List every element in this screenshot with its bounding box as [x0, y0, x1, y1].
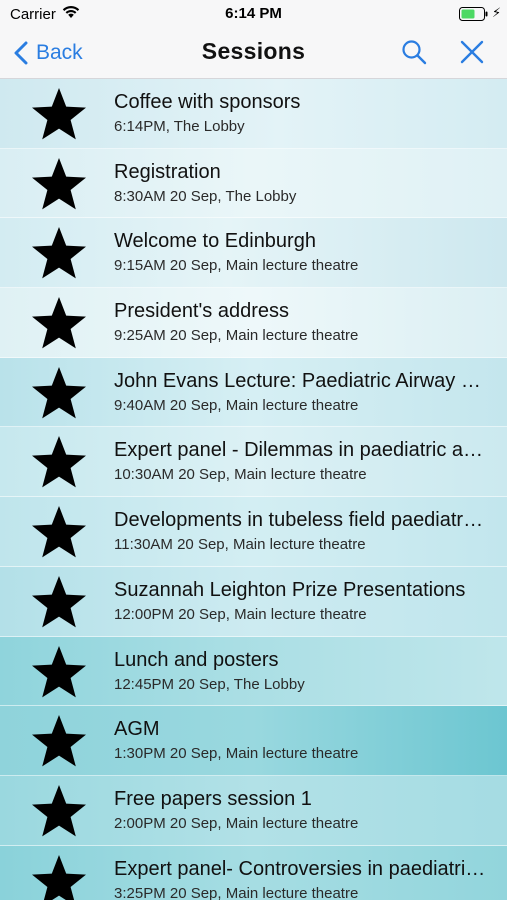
star-icon[interactable]	[30, 783, 88, 839]
session-time-location: 12:45PM 20 Sep, The Lobby	[114, 675, 305, 693]
session-time-location: 3:25PM 20 Sep, Main lecture theatre	[114, 884, 359, 900]
page-title: Sessions	[201, 38, 306, 64]
star-icon[interactable]	[30, 156, 88, 212]
close-icon	[460, 40, 484, 64]
session-time-location: 6:14PM, The Lobby	[114, 118, 245, 135]
session-time-location: 1:30PM 20 Sep, Main lecture theatre	[114, 745, 359, 763]
session-row[interactable]: Registration 8:30AM 20 Sep, The Lobby	[0, 148, 507, 219]
session-title: Registration	[114, 160, 221, 183]
session-time-location: 2:00PM 20 Sep, Main lecture theatre	[114, 814, 359, 832]
session-row[interactable]: AGM 1:30PM 20 Sep, Main lecture theatre	[0, 706, 507, 776]
star-icon[interactable]	[30, 504, 88, 560]
session-time-location: 9:25AM 20 Sep, Main lecture theatre	[114, 327, 359, 345]
star-icon[interactable]	[30, 853, 88, 900]
session-title: Lunch and posters	[114, 648, 279, 671]
star-icon[interactable]	[30, 574, 88, 630]
session-title: Expert panel- Controversies in paediatri…	[114, 857, 486, 880]
session-time-location: 9:15AM 20 Sep, Main lecture theatre	[114, 257, 359, 275]
star-icon[interactable]	[30, 644, 88, 700]
star-icon[interactable]	[30, 295, 88, 351]
session-row[interactable]: Expert panel- Controversies in paediatri…	[0, 845, 507, 900]
star-icon[interactable]	[30, 713, 88, 769]
session-row[interactable]: Suzannah Leighton Prize Presentations 12:…	[0, 566, 507, 637]
session-title: Developments in tubeless field paediatri…	[114, 509, 486, 532]
session-row[interactable]: Expert panel - Dilemmas in paediatric an…	[0, 427, 507, 498]
session-title: Expert panel - Dilemmas in paediatric an…	[114, 439, 486, 462]
session-time-location: 11:30AM 20 Sep, Main lecture theatre	[114, 536, 366, 554]
session-row[interactable]: Developments in tubeless field paediatri…	[0, 497, 507, 567]
session-title: John Evans Lecture: Paediatric Airway Ma…	[114, 369, 486, 392]
search-icon	[402, 40, 427, 65]
session-title: President's address	[114, 300, 290, 323]
battery-icon	[459, 7, 489, 25]
close-button[interactable]	[460, 40, 484, 69]
session-time-location: 8:30AM 20 Sep, The Lobby	[114, 187, 297, 205]
search-button[interactable]	[401, 39, 427, 70]
session-time-location: 10:30AM 20 Sep, Main lecture theatre	[114, 466, 367, 484]
star-icon[interactable]	[30, 365, 88, 421]
sessions-list[interactable]: Coffee with sponsors 6:14PM, The Lobby Reg…	[0, 79, 507, 900]
status-bar: Carrier 6:14 PM ⚡	[0, 0, 507, 28]
session-time-location: 12:00PM 20 Sep, Main lecture theatre	[114, 605, 367, 623]
session-title: Suzannah Leighton Prize Presentations	[114, 578, 466, 601]
session-title: AGM	[114, 718, 160, 741]
session-row[interactable]: President's address 9:25AM 20 Sep, Main l…	[0, 288, 507, 358]
session-row[interactable]: Welcome to Edinburgh 9:15AM 20 Sep, Main …	[0, 218, 507, 289]
session-row[interactable]: John Evans Lecture: Paediatric Airway Ma…	[0, 357, 507, 428]
session-title: Coffee with sponsors	[114, 91, 301, 113]
session-time-location: 9:40AM 20 Sep, Main lecture theatre	[114, 396, 359, 414]
session-row[interactable]: Lunch and posters 12:45PM 20 Sep, The Lob…	[0, 636, 507, 707]
status-time: 6:14 PM	[225, 5, 282, 22]
charging-icon: ⚡	[492, 5, 502, 20]
star-icon[interactable]	[30, 434, 88, 490]
session-row[interactable]: Free papers session 1 2:00PM 20 Sep, Main…	[0, 775, 507, 846]
session-row[interactable]: Coffee with sponsors 6:14PM, The Lobby	[0, 79, 507, 149]
star-icon[interactable]	[30, 86, 88, 142]
session-title: Free papers session 1	[114, 787, 312, 810]
session-title: Welcome to Edinburgh	[114, 230, 316, 253]
star-icon[interactable]	[30, 225, 88, 281]
navigation-bar: Back Sessions	[0, 28, 507, 79]
